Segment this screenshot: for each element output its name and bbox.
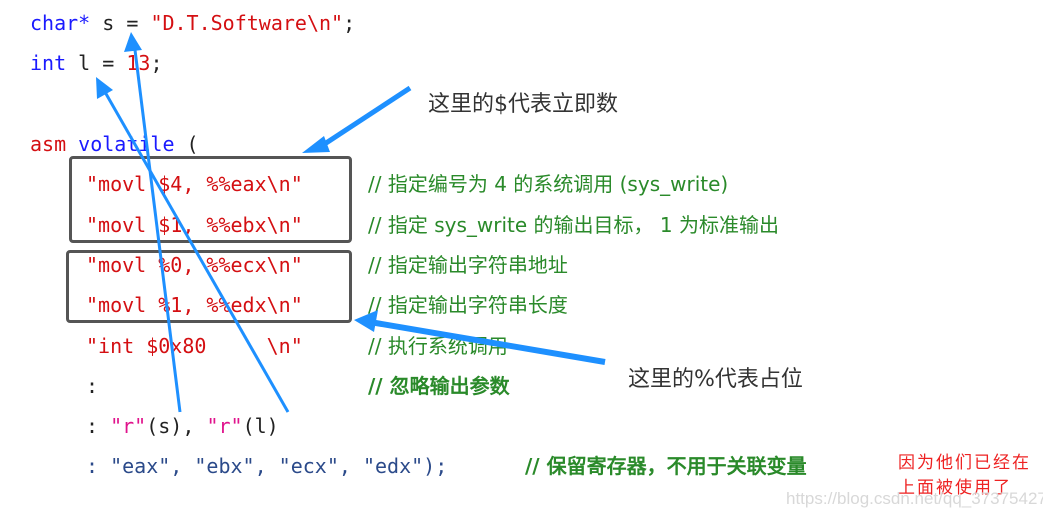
arrow-head-percent xyxy=(354,310,378,332)
arrow-to-percent xyxy=(369,319,606,365)
arrow-to-s xyxy=(133,49,182,413)
arrow-head-l xyxy=(96,77,113,99)
arrow-layer xyxy=(96,32,606,413)
arrow-head-dollar xyxy=(302,136,330,153)
arrow-to-dollar xyxy=(318,85,412,150)
arrow-to-l xyxy=(103,91,290,413)
arrow-head-s xyxy=(124,32,142,52)
